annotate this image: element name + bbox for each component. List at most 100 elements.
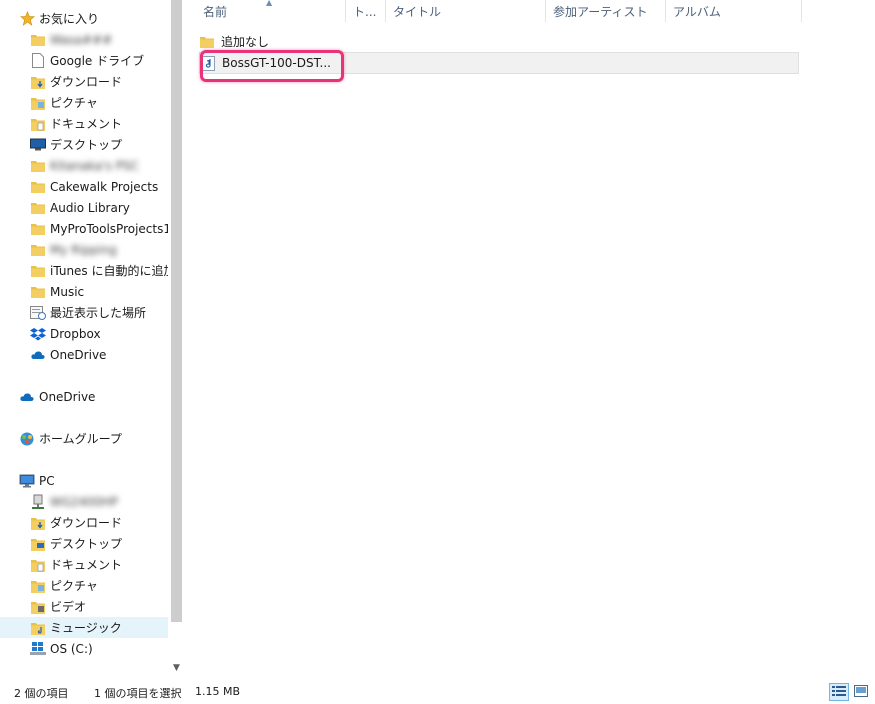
nav-pc-item-0[interactable]: WG2400HP <box>0 491 168 512</box>
nav-favorite-item-0[interactable]: Wasa### <box>0 29 168 50</box>
nav-pc-item-label: WG2400HP <box>50 494 118 509</box>
nav-favorites[interactable]: お気に入り <box>19 8 168 29</box>
nav-pc-item-7[interactable]: OS (C:) <box>0 638 168 659</box>
nav-favorite-item-label: ドキュメント <box>50 116 123 131</box>
nav-pc-item-label: ミュージック <box>50 620 122 635</box>
nav-pc-item-label: ダウンロード <box>50 515 123 530</box>
nav-pc[interactable]: PC <box>19 470 168 491</box>
navigation-pane: お気に入り Wasa### Google ドライブ ダウンロード ピクチャ ドキュメント… <box>0 0 168 676</box>
nav-onedrive[interactable]: OneDrive <box>19 386 168 407</box>
nav-favorite-item-label: ピクチャ <box>50 95 98 110</box>
column-header-artist-label: 参加アーティスト <box>553 4 648 19</box>
nav-favorite-item-4[interactable]: ドキュメント <box>0 113 168 134</box>
star-icon <box>19 11 35 27</box>
nav-favorite-item-label: My Ripping <box>50 242 117 257</box>
nav-favorite-item-13[interactable]: 最近表示した場所 <box>0 302 168 323</box>
folder-icon <box>30 179 46 195</box>
nav-favorite-item-5[interactable]: デスクトップ <box>0 134 168 155</box>
computer-icon <box>19 473 35 489</box>
status-selection: 1 個の項目を選択 <box>94 687 182 700</box>
nav-pc-item-1[interactable]: ダウンロード <box>0 512 168 533</box>
drive-icon <box>30 641 46 657</box>
column-header-artist[interactable]: 参加アーティスト <box>546 0 666 22</box>
folder-icon <box>30 263 46 279</box>
nav-homegroup[interactable]: ホームグループ <box>19 428 168 449</box>
recent-places-icon <box>30 305 46 321</box>
videos-folder-icon <box>30 599 46 615</box>
file-name: 追加なし <box>221 34 270 49</box>
desktop-folder-icon <box>30 536 46 552</box>
folder-icon <box>30 200 46 216</box>
nav-favorite-item-6[interactable]: Kitanaka's PSC <box>0 155 168 176</box>
nav-pc-item-label: ドキュメント <box>50 557 123 572</box>
nav-favorite-item-label: ダウンロード <box>50 74 123 89</box>
column-header-title-label: タイトル <box>393 4 442 19</box>
nav-onedrive-label: OneDrive <box>39 389 96 404</box>
folder-icon <box>30 221 46 237</box>
nav-favorite-item-8[interactable]: Audio Library <box>0 197 168 218</box>
nav-pc-item-3[interactable]: ドキュメント <box>0 554 168 575</box>
nav-favorite-item-label: Google ドライブ <box>50 53 145 68</box>
large-icons-view-button[interactable] <box>851 683 871 701</box>
nav-favorite-item-3[interactable]: ピクチャ <box>0 92 168 113</box>
sort-ascending-icon: ▲ <box>266 0 273 7</box>
nav-favorite-item-11[interactable]: iTunes に自動的に追加 <box>0 260 168 281</box>
nav-favorite-item-label: Cakewalk Projects <box>50 179 159 194</box>
column-header-name-label: 名前 <box>203 4 228 19</box>
column-header-track-label: ト... <box>353 4 377 19</box>
nav-pc-item-2[interactable]: デスクトップ <box>0 533 168 554</box>
nav-favorite-item-label: 最近表示した場所 <box>50 305 147 320</box>
nav-pc-label: PC <box>39 473 55 488</box>
nav-favorite-item-12[interactable]: Music <box>0 281 168 302</box>
desktop-icon <box>30 137 46 153</box>
details-view-button[interactable] <box>829 683 849 701</box>
nav-scrollbar-thumb[interactable] <box>171 0 182 622</box>
folder-icon <box>199 33 215 49</box>
folder-icon <box>30 242 46 258</box>
folder-icon <box>30 284 46 300</box>
nav-favorite-item-label: MyProToolsProjects1 <box>50 221 168 236</box>
column-header-track[interactable]: ト... <box>346 0 386 22</box>
nav-favorite-item-10[interactable]: My Ripping <box>0 239 168 260</box>
nav-favorite-item-1[interactable]: Google ドライブ <box>0 50 168 71</box>
nav-scrollbar[interactable]: ▼ <box>168 0 185 676</box>
nav-pc-item-4[interactable]: ピクチャ <box>0 575 168 596</box>
music-folder-icon <box>30 620 46 636</box>
pictures-folder-icon <box>30 95 46 111</box>
nav-favorite-item-label: Audio Library <box>50 200 130 215</box>
nav-pc-item-label: OS (C:) <box>50 641 93 656</box>
large-icons-view-icon <box>854 684 868 700</box>
onedrive-icon <box>19 389 35 405</box>
nav-favorite-item-label: Dropbox <box>50 326 101 341</box>
homegroup-icon <box>19 431 35 447</box>
file-list-pane: 名前 ▲ ト... タイトル 参加アーティスト アルバム 追加なし BossGT… <box>186 0 875 676</box>
nav-favorite-item-15[interactable]: OneDrive <box>0 344 168 365</box>
nav-favorite-item-label: デスクトップ <box>50 137 123 152</box>
nav-favorite-item-14[interactable]: Dropbox <box>0 323 168 344</box>
scroll-down-arrow-icon[interactable]: ▼ <box>168 659 185 676</box>
nav-favorite-item-label: Music <box>50 284 85 299</box>
nav-favorite-item-label: Kitanaka's PSC <box>50 158 139 173</box>
nav-favorite-item-2[interactable]: ダウンロード <box>0 71 168 92</box>
nav-favorite-item-label: iTunes に自動的に追加 <box>50 263 168 278</box>
pictures-folder-icon <box>30 578 46 594</box>
nav-pc-item-5[interactable]: ビデオ <box>0 596 168 617</box>
documents-folder-icon <box>30 116 46 132</box>
file-row-folder[interactable]: 追加なし <box>199 30 799 52</box>
column-header-title[interactable]: タイトル <box>386 0 546 22</box>
nav-pc-item-label: デスクトップ <box>50 536 123 551</box>
nav-favorite-item-9[interactable]: MyProToolsProjects1 <box>0 218 168 239</box>
column-header-album[interactable]: アルバム <box>666 0 802 22</box>
downloads-folder-icon <box>30 74 46 90</box>
folder-icon <box>30 32 46 48</box>
nav-pc-item-label: ビデオ <box>50 599 87 614</box>
status-bar: 2 個の項目 1 個の項目を選択 1.15 MB <box>0 680 875 704</box>
onedrive-icon <box>30 347 46 363</box>
downloads-folder-icon <box>30 515 46 531</box>
nav-pc-item-label: ピクチャ <box>50 578 98 593</box>
nav-favorites-label: お気に入り <box>39 11 100 26</box>
status-size: 1.15 MB <box>195 685 241 698</box>
documents-folder-icon <box>30 557 46 573</box>
nav-favorite-item-7[interactable]: Cakewalk Projects <box>0 176 168 197</box>
nav-pc-item-6[interactable]: ミュージック <box>0 617 168 638</box>
